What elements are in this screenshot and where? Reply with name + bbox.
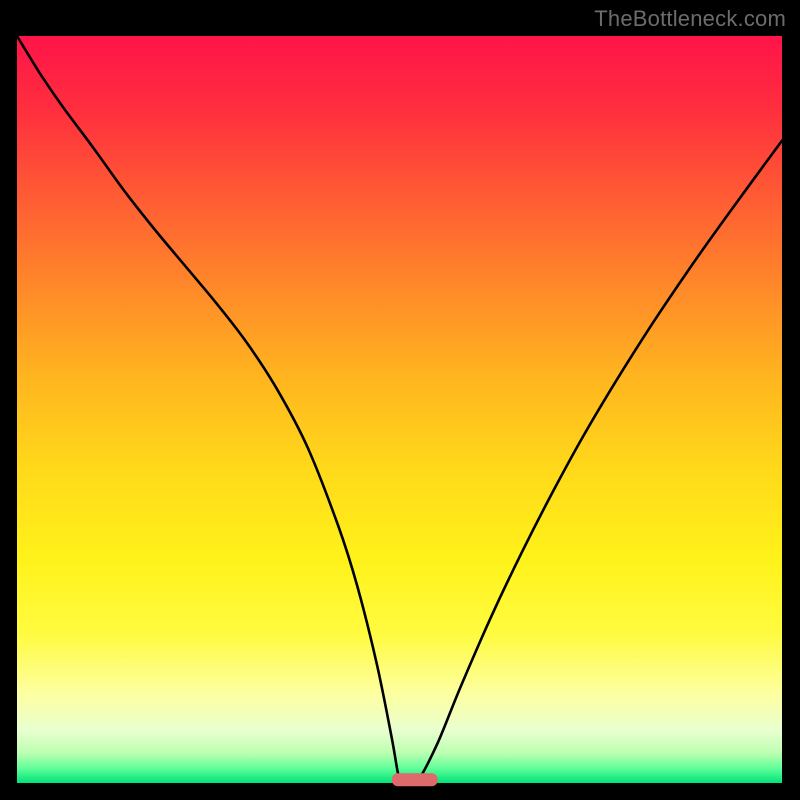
bottleneck-curve [17,36,782,782]
chart-svg [17,36,782,783]
watermark-text: TheBottleneck.com [594,6,786,32]
chart-frame [17,36,782,783]
bottom-marker [392,773,438,786]
